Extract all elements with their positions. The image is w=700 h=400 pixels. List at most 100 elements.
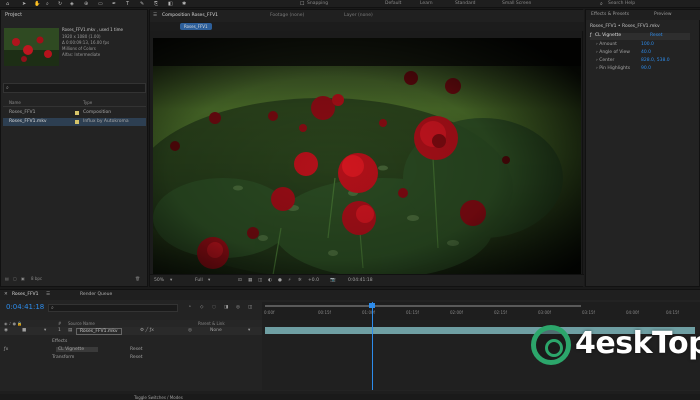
snapping-checkbox[interactable]: ☐: [300, 1, 304, 7]
column-source-name[interactable]: Source Name: [68, 321, 95, 326]
pen-tool-icon[interactable]: ✒: [112, 1, 116, 7]
playhead-line[interactable]: [372, 302, 373, 390]
reset-link[interactable]: Reset: [650, 33, 663, 38]
channel-icon[interactable]: ◐: [268, 278, 272, 283]
label-color-swatch[interactable]: [75, 110, 79, 115]
workspace-small-screen[interactable]: Small Screen: [502, 1, 531, 6]
visibility-eye-icon[interactable]: ◉: [4, 328, 8, 333]
frame-blending-icon[interactable]: ◨: [224, 305, 228, 310]
rectangle-tool-icon[interactable]: ▭: [98, 1, 103, 7]
camera-tool-icon[interactable]: ◈: [70, 1, 74, 7]
snapshot-icon[interactable]: 📷: [330, 278, 336, 283]
tab-footage[interactable]: Footage (none): [270, 13, 304, 18]
search-icon[interactable]: ⌕: [600, 1, 603, 7]
workspace-default[interactable]: Default: [385, 1, 401, 6]
layer-row[interactable]: ◉ ■ ▾ 1 ▤ Roses_FFV1.mkv ⚙ ╱ ƒx ◎ None ▾: [0, 327, 262, 335]
parent-pickwhip-icon[interactable]: ◎: [188, 328, 192, 333]
viewer-timecode[interactable]: 0:04:41:18: [348, 278, 373, 283]
parent-dropdown[interactable]: None: [210, 328, 222, 333]
effect-reset-link[interactable]: Reset: [130, 347, 143, 352]
layer-name[interactable]: Roses_FFV1.mkv: [76, 327, 122, 335]
prop-value[interactable]: 90.0: [641, 66, 651, 71]
tab-effects-presets[interactable]: Effects & Presets: [591, 12, 629, 17]
new-comp-icon[interactable]: ▣: [21, 276, 25, 281]
fx-icon[interactable]: ƒ: [590, 33, 592, 38]
project-item-footage[interactable]: Roses_FFV1.mkv Influx by Autokroma: [3, 118, 146, 126]
brush-tool-icon[interactable]: ✎: [140, 1, 144, 7]
project-item-composition[interactable]: Roses_FFV1 Composition: [3, 109, 146, 117]
workspace-standard[interactable]: Standard: [455, 1, 475, 6]
prop-value[interactable]: 828.0, 538.0: [641, 58, 670, 63]
disclosure-arrow-icon[interactable]: ›: [596, 58, 598, 63]
column-type[interactable]: Type: [83, 100, 92, 105]
column-parent-link[interactable]: Parent & Link: [198, 321, 225, 326]
settings-icon[interactable]: ✲: [298, 278, 302, 283]
prop-value[interactable]: 40.0: [641, 50, 651, 55]
prop-center[interactable]: › Center 828.0, 538.0: [596, 58, 670, 63]
zoom-tool-icon[interactable]: ⌕: [46, 1, 49, 7]
shy-icon[interactable]: ◌: [212, 305, 216, 310]
time-ruler[interactable]: 0:00f 00:15f 01:00f 01:15f 02:00f 02:15f…: [262, 302, 700, 320]
disclosure-arrow-icon[interactable]: ›: [596, 66, 598, 71]
project-search-input[interactable]: ⌕: [3, 83, 146, 93]
tab-preview[interactable]: Preview: [654, 12, 672, 17]
tab-composition[interactable]: Composition Roses_FFV1: [162, 13, 218, 18]
chevron-down-icon[interactable]: ▾: [248, 328, 250, 333]
chevron-down-icon[interactable]: ▾: [170, 278, 172, 283]
disclosure-arrow-icon[interactable]: ›: [596, 42, 598, 47]
clone-tool-icon[interactable]: ⎘: [154, 1, 158, 7]
timeline-timecode[interactable]: 0:04:41:18: [6, 303, 44, 311]
tab-layer[interactable]: Layer (none): [344, 13, 373, 18]
puppet-tool-icon[interactable]: ✱: [182, 1, 186, 7]
bit-depth-label[interactable]: 8 bpc: [31, 276, 42, 281]
project-panel-title[interactable]: Project: [5, 12, 22, 18]
transform-group-label[interactable]: Transform: [52, 355, 74, 360]
exposure-value[interactable]: +0.0: [308, 278, 319, 283]
disclosure-arrow-icon[interactable]: ▾: [44, 328, 46, 333]
prop-pin-highlights[interactable]: › Pin Highlights 90.0: [596, 66, 651, 71]
type-tool-icon[interactable]: T: [126, 1, 129, 7]
motion-blur-icon[interactable]: ◎: [236, 305, 240, 310]
color-icon[interactable]: ●: [278, 278, 282, 283]
zoom-dropdown[interactable]: 50%: [154, 278, 164, 283]
comp-mini-flowchart-icon[interactable]: ⚬: [188, 305, 192, 310]
work-area-bar[interactable]: [265, 305, 581, 307]
effect-cl-vignette-row[interactable]: CL Vignette: [56, 347, 99, 352]
prop-value[interactable]: 100.0: [641, 42, 654, 47]
layer-switch-icons[interactable]: ⚙ ╱ ƒx: [140, 328, 154, 333]
region-of-interest-icon[interactable]: ⊡: [238, 278, 242, 283]
home-icon[interactable]: ⌂: [6, 1, 9, 7]
quality-dropdown[interactable]: Full: [195, 278, 203, 283]
interpret-footage-icon[interactable]: ▤: [5, 276, 9, 281]
fast-previews-icon[interactable]: ⚡: [288, 278, 291, 283]
trash-icon[interactable]: 🗑: [135, 276, 140, 281]
transparency-grid-icon[interactable]: ▦: [248, 278, 252, 283]
menu-icon[interactable]: ☰: [46, 292, 50, 297]
search-help-input[interactable]: Search Help: [608, 1, 635, 6]
prop-amount[interactable]: › Amount 100.0: [596, 42, 654, 47]
eraser-tool-icon[interactable]: ◧: [168, 1, 173, 7]
label-color-swatch[interactable]: ■: [22, 328, 26, 333]
menu-icon[interactable]: ☰: [153, 13, 157, 18]
workspace-learn[interactable]: Learn: [420, 1, 433, 6]
draft-3d-icon[interactable]: ◇: [200, 305, 203, 310]
hand-tool-icon[interactable]: ✋: [34, 1, 40, 7]
selection-tool-icon[interactable]: ➤: [22, 1, 26, 7]
effects-group-label[interactable]: Effects: [52, 339, 67, 344]
graph-editor-icon[interactable]: ◫: [248, 305, 252, 310]
breadcrumb-comp[interactable]: Roses_FFV1: [180, 23, 212, 30]
timeline-search-input[interactable]: ⌕: [48, 304, 178, 312]
transform-reset-link[interactable]: Reset: [130, 355, 143, 360]
label-color-swatch[interactable]: [75, 119, 79, 124]
tab-render-queue[interactable]: Render Queue: [80, 292, 112, 297]
column-name[interactable]: Name: [9, 100, 21, 105]
composition-viewport[interactable]: [153, 38, 581, 275]
toggle-switches-modes[interactable]: Toggle Switches / Modes: [134, 395, 183, 400]
mask-visibility-icon[interactable]: ◫: [258, 278, 262, 283]
rotate-tool-icon[interactable]: ↻: [58, 1, 62, 7]
tab-timeline-comp[interactable]: Roses_FFV1: [12, 292, 39, 297]
pan-behind-tool-icon[interactable]: ⊕: [84, 1, 88, 7]
effect-cl-vignette[interactable]: ƒ CL Vignette Reset: [590, 33, 690, 40]
new-folder-icon[interactable]: ▢: [13, 276, 17, 281]
close-icon[interactable]: ✕: [4, 292, 8, 297]
